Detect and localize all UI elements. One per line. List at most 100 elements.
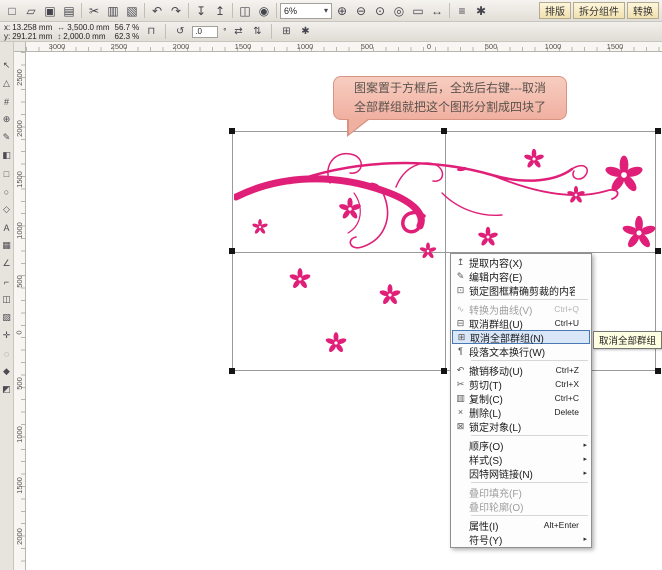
paste-icon[interactable]: ▧ [123, 2, 141, 20]
text-tool[interactable]: A [0, 220, 13, 235]
freehand-tool[interactable]: ✎ [0, 130, 13, 145]
connector-tool[interactable]: ⌐ [0, 274, 13, 289]
rotation-angle-field[interactable]: .0 [192, 26, 218, 38]
zhuanhuan-button[interactable]: 转换 [627, 2, 659, 19]
menu-item[interactable]: ↥ 提取内容(X) [452, 255, 590, 269]
menu-item[interactable]: ¶ 段落文本换行(W) [452, 344, 590, 358]
menu-item[interactable]: 叠印填充(F) [452, 485, 590, 499]
menu-item[interactable]: 样式(S) ▸ [452, 452, 590, 466]
corel-online-icon[interactable]: ◉ [255, 2, 273, 20]
horizontal-ruler[interactable]: 30002500200015001000500050010001500 [26, 42, 662, 52]
import-icon[interactable]: ↧ [192, 2, 210, 20]
smart-fill-tool[interactable]: ◧ [0, 148, 13, 163]
application-launcher-icon[interactable]: ◫ [236, 2, 254, 20]
menu-item[interactable]: ⊠ 锁定对象(L) [452, 419, 590, 433]
menu-item-icon: ∿ [452, 304, 469, 315]
object-scale[interactable]: 56.7% 62.3% [115, 23, 140, 41]
vertical-ruler[interactable]: 25002000150010005000500100015002000 [14, 52, 26, 570]
menu-item[interactable]: ⊟ 取消群组(U) Ctrl+U [452, 316, 590, 330]
ruler-label: 2500 [14, 52, 25, 103]
zoom-selected-icon[interactable]: ⊙ [371, 2, 389, 20]
table-tool[interactable]: ▦ [0, 238, 13, 253]
menu-item[interactable]: 顺序(O) ▸ [452, 438, 590, 452]
menu-item[interactable]: 叠印轮廓(O) [452, 499, 590, 513]
menu-item[interactable]: ∿ 转换为曲线(V) Ctrl+Q [452, 302, 590, 316]
zoom-tool[interactable]: ⊕ [0, 112, 13, 127]
submenu-arrow-icon: ▸ [579, 455, 587, 463]
menu-item-icon: ↥ [452, 257, 469, 268]
rotate-icon: ↺ [173, 24, 187, 40]
zoom-level-combo[interactable]: 6% ▾ [280, 3, 332, 19]
callout-bubble[interactable]: 图案置于方框后，全选后右键---取消 全部群组就把这个图形分割成四块了 [333, 76, 567, 120]
object-width-value: 3,500.0 mm [67, 23, 109, 32]
ruler-label: 500 [336, 42, 398, 51]
paiban-button[interactable]: 排版 [539, 2, 571, 19]
selection-handle[interactable] [655, 128, 661, 134]
menu-item[interactable]: 因特网链接(N) ▸ [452, 466, 590, 480]
menu-item-label: 因特网链接(N) [469, 466, 575, 481]
polygon-tool[interactable]: ◇ [0, 202, 13, 217]
menu-item[interactable]: ⊡ 锁定图框精确剪裁的内容(P) [452, 283, 590, 297]
ruler-corner [14, 42, 26, 52]
fill-tool[interactable]: ◆ [0, 364, 13, 379]
mirror-horizontal-button[interactable]: ⇄ [231, 24, 245, 40]
shape-tool[interactable]: △ [0, 76, 13, 91]
ellipse-tool[interactable]: ○ [0, 184, 13, 199]
object-size[interactable]: ↔3,500.0 mm ↕2,000.0 mm [57, 23, 109, 41]
menu-item[interactable]: 符号(Y) ▸ [452, 532, 590, 546]
menu-item[interactable]: ✂ 剪切(T) Ctrl+X [452, 377, 590, 391]
menu-item[interactable]: ✎ 编辑内容(E) [452, 269, 590, 283]
eyedropper-tool[interactable]: ✛ [0, 328, 13, 343]
selection-handle[interactable] [441, 128, 447, 134]
selection-handle[interactable] [655, 368, 661, 374]
menu-item-icon: ✂ [452, 379, 469, 390]
menu-item-icon: ⊟ [452, 318, 469, 329]
menu-item[interactable]: ⊞ 取消全部群组(N) [452, 330, 590, 344]
menu-item-shortcut: Ctrl+Q [554, 304, 579, 314]
menu-item-label: 段落文本换行(W) [469, 344, 575, 359]
zoom-all-icon[interactable]: ◎ [390, 2, 408, 20]
save-icon[interactable]: ▣ [41, 2, 59, 20]
selection-handle[interactable] [229, 368, 235, 374]
open-icon[interactable]: ▱ [22, 2, 40, 20]
selection-handle[interactable] [441, 368, 447, 374]
menu-item[interactable]: 属性(I) Alt+Enter [452, 518, 590, 532]
wrap-text-button[interactable]: ⊞ [279, 24, 293, 40]
menu-item[interactable]: ▥ 复制(C) Ctrl+C [452, 391, 590, 405]
copy-icon[interactable]: ▥ [104, 2, 122, 20]
selection-handle[interactable] [655, 248, 661, 254]
selection-handle[interactable] [229, 248, 235, 254]
zoom-out-icon[interactable]: ⊖ [352, 2, 370, 20]
undo-icon[interactable]: ↶ [148, 2, 166, 20]
object-position[interactable]: x:13.258 mm y:291.21 mm [4, 23, 52, 41]
ruler-label: 3000 [26, 42, 88, 51]
rectangle-tool[interactable]: □ [0, 166, 13, 181]
outline-pen-tool[interactable]: ◌ [0, 346, 13, 361]
new-document-icon[interactable]: □ [3, 2, 21, 20]
options-icon[interactable]: ✱ [472, 2, 490, 20]
zoom-level-value: 6% [284, 6, 297, 16]
dimension-tool[interactable]: ∠ [0, 256, 13, 271]
transparency-tool[interactable]: ▨ [0, 310, 13, 325]
export-icon[interactable]: ↥ [211, 2, 229, 20]
menu-item[interactable]: ↶ 撤销移动(U) Ctrl+Z [452, 363, 590, 377]
chaifen-zujian-button[interactable]: 拆分组件 [573, 2, 625, 19]
print-icon[interactable]: ▤ [60, 2, 78, 20]
cut-icon[interactable]: ✂ [85, 2, 103, 20]
blend-tool[interactable]: ◫ [0, 292, 13, 307]
selection-handle[interactable] [229, 128, 235, 134]
lock-ratio-icon[interactable]: ⊓ [144, 24, 158, 40]
zoom-width-icon[interactable]: ↔ [428, 2, 446, 20]
snap-icon[interactable]: ≡ [453, 2, 471, 20]
mirror-vertical-button[interactable]: ⇅ [250, 24, 264, 40]
ruler-label: 1000 [274, 42, 336, 51]
menu-item[interactable]: × 删除(L) Delete [452, 405, 590, 419]
interactive-fill-tool[interactable]: ◩ [0, 382, 13, 397]
more-options-button[interactable]: ✱ [298, 24, 312, 40]
zoom-in-icon[interactable]: ⊕ [333, 2, 351, 20]
menu-item-label: 样式(S) [469, 452, 575, 467]
pick-tool[interactable]: ↖ [0, 58, 13, 73]
crop-tool[interactable]: # [0, 94, 13, 109]
zoom-page-icon[interactable]: ▭ [409, 2, 427, 20]
redo-icon[interactable]: ↷ [167, 2, 185, 20]
